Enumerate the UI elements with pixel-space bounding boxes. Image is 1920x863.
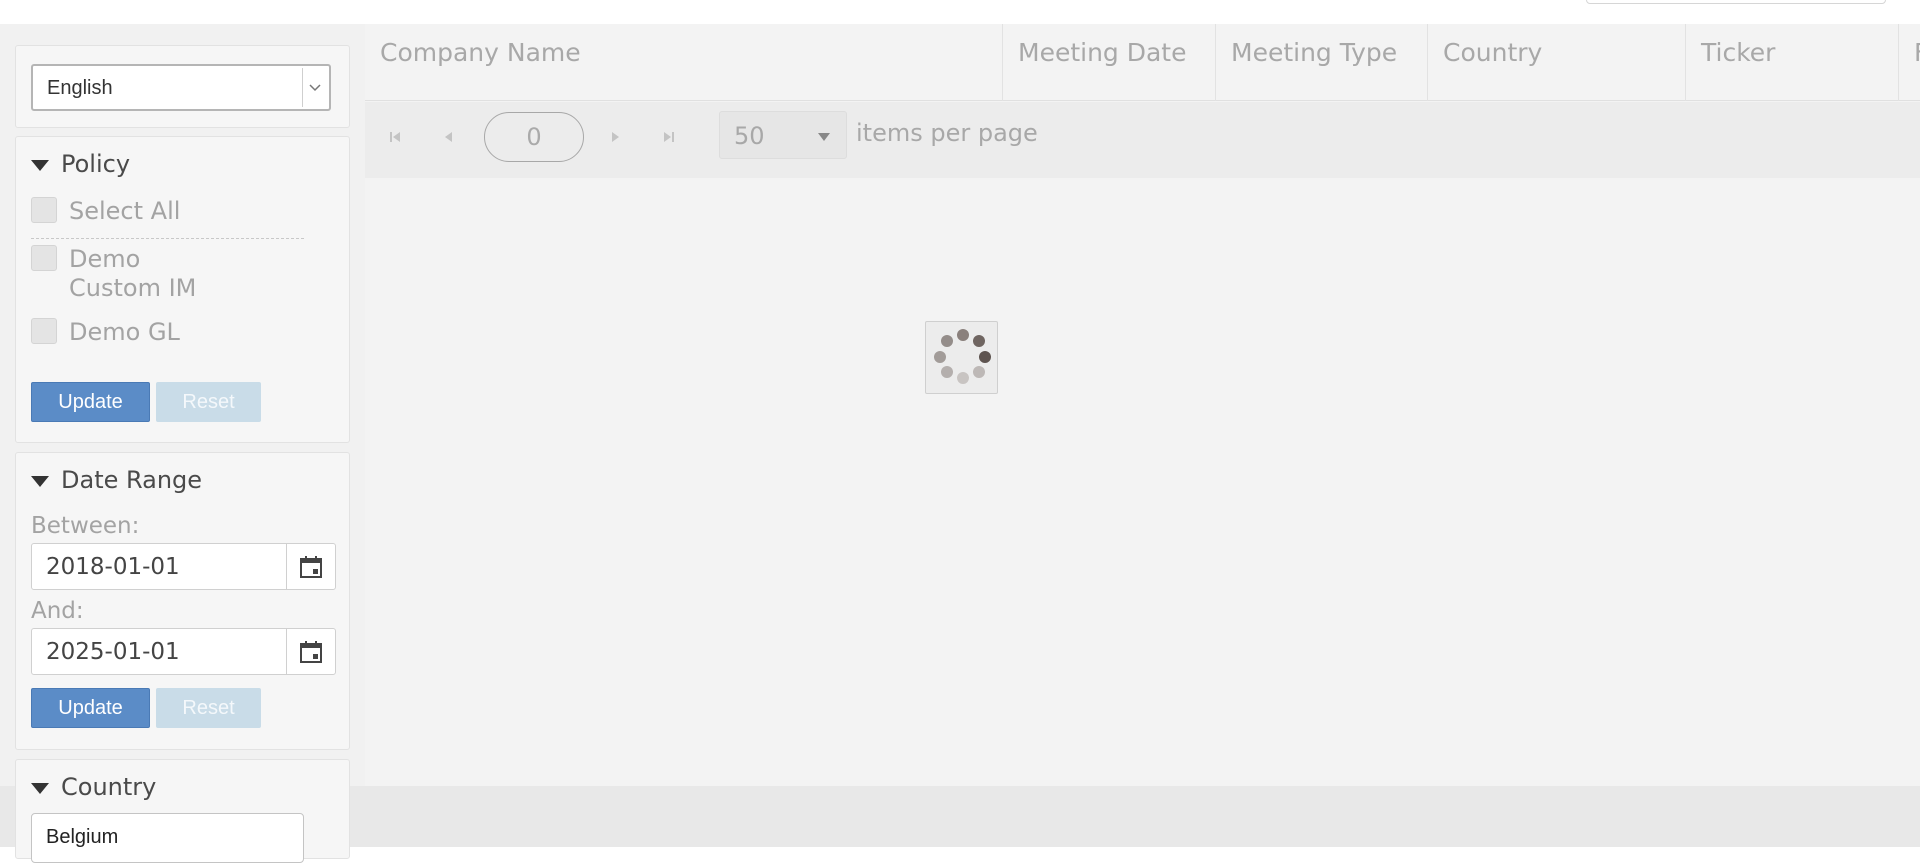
policy-option-label: Demo Custom IM [69,245,197,302]
items-per-page-label: items per page [856,119,1038,147]
caret-down-icon [818,133,830,141]
date-reset-button[interactable]: Reset [156,688,261,728]
page-number[interactable]: 0 [484,112,584,162]
meetings-grid: Company Name Meeting Date Meeting Type C… [365,24,1920,786]
spinner-dot [973,366,985,378]
policy-option[interactable]: Demo Custom IM [31,245,229,303]
pager: 0 50 items per page [365,102,1920,178]
policy-panel: Policy Select All Demo Custom IM Demo GL… [15,136,350,443]
and-label: And: [31,598,84,624]
page-size-select[interactable]: 50 [719,111,847,159]
date-update-button[interactable]: Update [31,688,150,728]
collapse-triangle-icon [31,782,49,794]
policy-option[interactable]: Demo GL [31,318,229,347]
next-page-icon[interactable] [590,112,640,162]
column-header-ticker[interactable]: Ticker [1686,24,1899,101]
select-all-option[interactable]: Select All [31,197,229,226]
date-range-header[interactable]: Date Range [31,466,202,494]
policy-update-button[interactable]: Update [31,382,150,422]
collapse-triangle-icon [31,159,49,171]
column-header-meeting-date[interactable]: Meeting Date [1003,24,1216,101]
spinner-dot [957,372,969,384]
select-all-label: Select All [69,197,181,225]
top-search-input[interactable] [1586,0,1886,4]
column-header-company-name[interactable]: Company Name [365,24,1003,101]
spinner-dot [941,366,953,378]
spinner-dot [934,351,946,363]
policy-option-checkbox[interactable] [31,318,57,344]
date-range-panel: Date Range Between: 2018-01-01 And: 2025… [15,452,350,750]
column-header-country[interactable]: Country [1428,24,1686,101]
loading-spinner-icon [925,321,998,394]
column-header-meeting-type[interactable]: Meeting Type [1216,24,1428,101]
page-size-value: 50 [734,122,765,150]
country-title: Country [61,773,157,801]
country-panel: Country Belgium [15,759,350,863]
select-all-checkbox[interactable] [31,197,57,223]
last-page-icon[interactable] [644,112,694,162]
spinner-dot [941,335,953,347]
first-page-icon[interactable] [370,112,420,162]
country-value: Belgium [46,826,119,848]
end-date-value: 2025-01-01 [46,639,180,665]
top-bar [0,0,1920,24]
policy-option-checkbox[interactable] [31,245,57,271]
start-date-value: 2018-01-01 [46,554,180,580]
language-panel: English [15,45,350,128]
language-select-value: English [47,77,113,99]
divider [31,238,304,239]
chevron-down-icon[interactable] [302,68,327,107]
between-label: Between: [31,513,140,539]
spinner-dot [973,335,985,347]
language-select[interactable]: English [31,64,331,111]
start-date-field[interactable]: 2018-01-01 [31,543,336,590]
country-header[interactable]: Country [31,773,156,801]
spinner-dot [979,351,991,363]
policy-reset-button[interactable]: Reset [156,382,261,422]
calendar-icon[interactable] [286,629,335,674]
policy-title: Policy [61,150,131,178]
previous-page-icon[interactable] [424,112,474,162]
collapse-triangle-icon [31,475,49,487]
policy-option-label: Demo GL [69,318,180,346]
column-header-truncated[interactable]: F [1899,24,1920,101]
policy-header[interactable]: Policy [31,150,130,178]
calendar-icon[interactable] [286,544,335,589]
grid-header: Company Name Meeting Date Meeting Type C… [365,24,1920,101]
date-range-title: Date Range [61,466,203,494]
spinner-dot [957,329,969,341]
end-date-field[interactable]: 2025-01-01 [31,628,336,675]
country-field[interactable]: Belgium [31,813,304,863]
